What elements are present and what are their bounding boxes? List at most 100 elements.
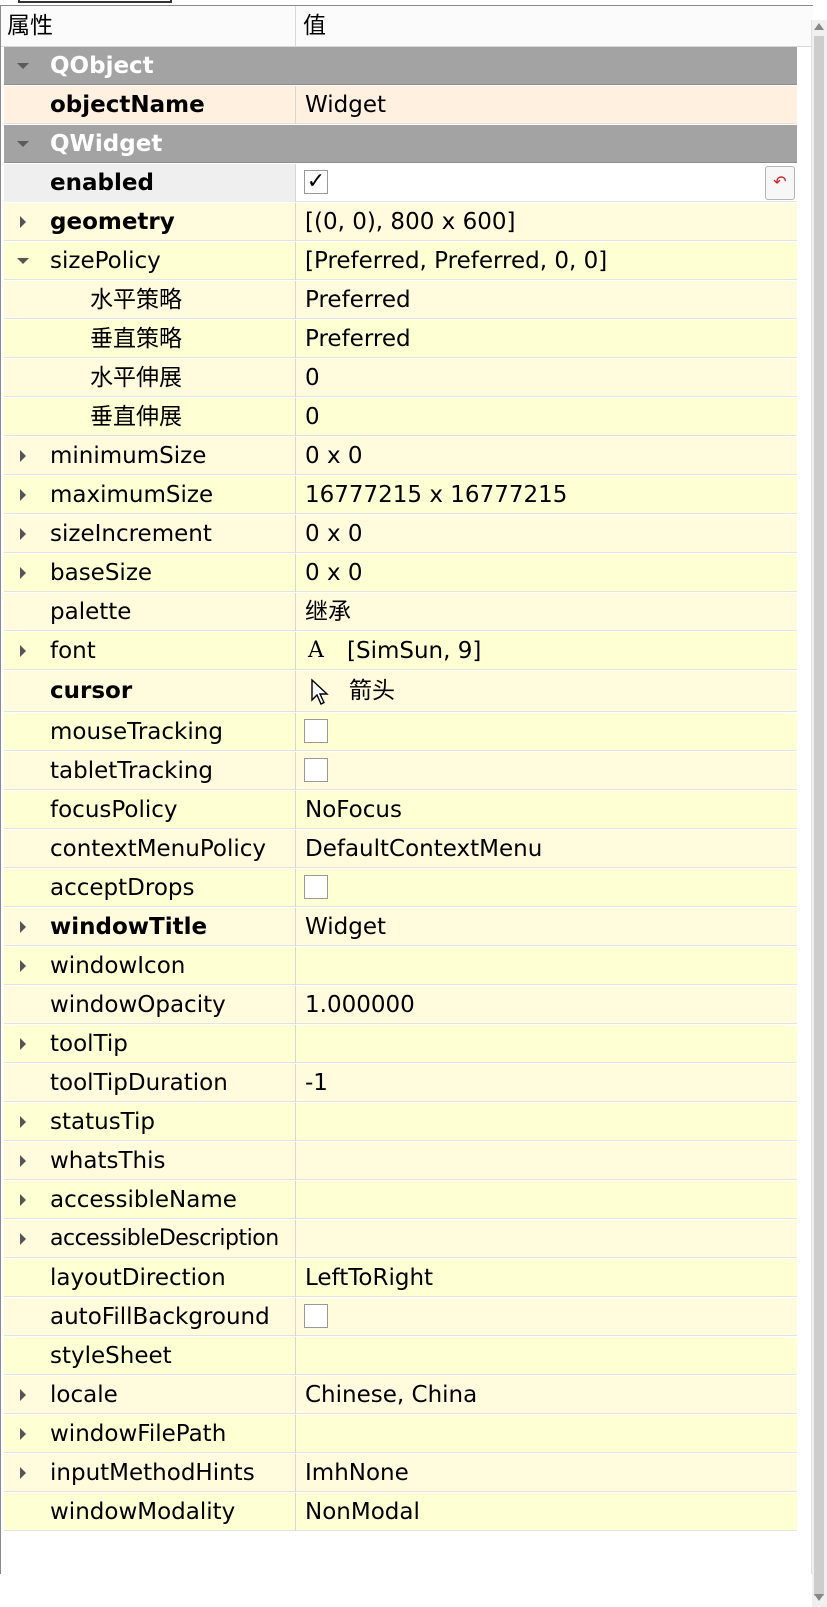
scroll-down-icon[interactable] — [814, 1594, 824, 1601]
scroll-thumb[interactable] — [814, 36, 824, 1596]
property-row-tooltipduration[interactable]: toolTipDuration -1 — [4, 1064, 797, 1102]
expand-icon[interactable] — [20, 960, 26, 972]
property-row-windowopacity[interactable]: windowOpacity 1.000000 — [4, 986, 797, 1024]
expand-icon[interactable] — [20, 1389, 26, 1401]
autofillbackground-checkbox[interactable] — [304, 1304, 328, 1328]
property-row-locale[interactable]: locale Chinese, China — [4, 1376, 797, 1414]
expand-icon[interactable] — [20, 1467, 26, 1479]
property-value[interactable]: NoFocus — [305, 791, 402, 829]
property-value[interactable]: 0 x 0 — [305, 515, 363, 553]
property-row-sizepolicy[interactable]: sizePolicy [Preferred, Preferred, 0, 0] — [4, 242, 797, 280]
font-a-icon: A — [308, 638, 324, 663]
property-row-accessibledescription[interactable]: accessibleDescription — [4, 1220, 797, 1258]
property-value[interactable]: [Preferred, Preferred, 0, 0] — [305, 242, 607, 280]
property-name: sizeIncrement — [50, 521, 212, 547]
property-value[interactable]: 0 x 0 — [305, 437, 363, 475]
property-row-hpolicy[interactable]: 水平策略 Preferred — [4, 281, 797, 319]
acceptdrops-checkbox[interactable] — [304, 875, 328, 899]
property-name: focusPolicy — [50, 797, 178, 823]
column-header: 属性 值 — [1, 6, 813, 47]
property-name: locale — [50, 1382, 118, 1408]
property-value[interactable]: Widget — [305, 86, 386, 124]
property-row-sizeincrement[interactable]: sizeIncrement 0 x 0 — [4, 515, 797, 553]
property-value[interactable]: Preferred — [305, 281, 411, 319]
property-row-hstretch[interactable]: 水平伸展 0 — [4, 359, 797, 397]
property-row-inputmethodhints[interactable]: inputMethodHints ImhNone — [4, 1454, 797, 1492]
property-row-contextmenupolicy[interactable]: contextMenuPolicy DefaultContextMenu — [4, 830, 797, 868]
tablettracking-checkbox[interactable] — [304, 758, 328, 782]
property-row-minimumsize[interactable]: minimumSize 0 x 0 — [4, 437, 797, 475]
property-row-vpolicy[interactable]: 垂直策略 Preferred — [4, 320, 797, 358]
property-row-stylesheet[interactable]: styleSheet — [4, 1337, 797, 1375]
property-row-font[interactable]: font A [SimSun, 9] — [4, 632, 797, 670]
property-row-windowmodality[interactable]: windowModality NonModal — [4, 1493, 797, 1531]
property-row-enabled[interactable]: enabled ✓ ↶ — [4, 164, 797, 202]
property-value[interactable]: [SimSun, 9] — [347, 632, 481, 670]
property-row-tablettracking[interactable]: tabletTracking — [4, 752, 797, 790]
property-value[interactable]: 0 — [305, 398, 320, 436]
mousetracking-checkbox[interactable] — [304, 719, 328, 743]
property-row-focuspolicy[interactable]: focusPolicy NoFocus — [4, 791, 797, 829]
property-row-tooltip[interactable]: toolTip — [4, 1025, 797, 1063]
expand-icon[interactable] — [20, 216, 26, 228]
property-value[interactable]: NonModal — [305, 1493, 420, 1531]
property-value[interactable]: ImhNone — [305, 1454, 409, 1492]
vertical-scrollbar[interactable] — [811, 20, 827, 1607]
property-value[interactable]: -1 — [305, 1064, 328, 1102]
property-row-autofillbackground[interactable]: autoFillBackground — [4, 1298, 797, 1336]
property-value[interactable]: 16777215 x 16777215 — [305, 476, 567, 514]
property-value[interactable]: 继承 — [305, 593, 351, 631]
expand-icon[interactable] — [20, 567, 26, 579]
expand-icon[interactable] — [20, 1233, 26, 1245]
property-row-vstretch[interactable]: 垂直伸展 0 — [4, 398, 797, 436]
property-value[interactable]: 1.000000 — [305, 986, 415, 1024]
expand-icon[interactable] — [20, 645, 26, 657]
header-property[interactable]: 属性 — [1, 6, 296, 46]
group-qobject[interactable]: QObject — [4, 47, 797, 85]
expand-icon[interactable] — [20, 1428, 26, 1440]
collapse-icon[interactable] — [17, 141, 29, 147]
collapse-icon[interactable] — [17, 63, 29, 69]
property-value[interactable]: [(0, 0), 800 x 600] — [305, 203, 515, 241]
property-row-cursor[interactable]: cursor 箭头 — [4, 671, 797, 712]
expand-icon[interactable] — [20, 489, 26, 501]
property-row-whatsthis[interactable]: whatsThis — [4, 1142, 797, 1180]
property-value[interactable]: Preferred — [305, 320, 411, 358]
expand-icon[interactable] — [20, 921, 26, 933]
property-value[interactable]: 箭头 — [349, 671, 395, 712]
property-value[interactable]: 0 — [305, 359, 320, 397]
property-name: toolTipDuration — [50, 1070, 228, 1096]
group-qwidget[interactable]: QWidget — [4, 125, 797, 163]
property-value[interactable]: Chinese, China — [305, 1376, 477, 1414]
reset-arrow-icon[interactable]: ↶ — [765, 166, 795, 200]
property-row-accessiblename[interactable]: accessibleName — [4, 1181, 797, 1219]
property-row-windowtitle[interactable]: windowTitle Widget — [4, 908, 797, 946]
header-value[interactable]: 值 — [297, 6, 813, 46]
property-row-objectname[interactable]: objectName Widget — [4, 86, 797, 124]
property-value[interactable]: LeftToRight — [305, 1259, 433, 1297]
property-value[interactable]: Widget — [305, 908, 386, 946]
expand-icon[interactable] — [20, 1038, 26, 1050]
enabled-checkbox[interactable]: ✓ — [304, 170, 328, 194]
property-row-windowfilepath[interactable]: windowFilePath — [4, 1415, 797, 1453]
property-row-acceptdrops[interactable]: acceptDrops — [4, 869, 797, 907]
expand-icon[interactable] — [20, 1194, 26, 1206]
property-value[interactable]: 0 x 0 — [305, 554, 363, 592]
property-row-mousetracking[interactable]: mouseTracking — [4, 713, 797, 751]
property-row-basesize[interactable]: baseSize 0 x 0 — [4, 554, 797, 592]
property-row-windowicon[interactable]: windowIcon — [4, 947, 797, 985]
property-row-maximumsize[interactable]: maximumSize 16777215 x 16777215 — [4, 476, 797, 514]
property-name: layoutDirection — [50, 1265, 226, 1291]
property-row-layoutdirection[interactable]: layoutDirection LeftToRight — [4, 1259, 797, 1297]
property-row-statustip[interactable]: statusTip — [4, 1103, 797, 1141]
property-name: objectName — [50, 92, 205, 118]
expand-icon[interactable] — [20, 1155, 26, 1167]
scroll-up-icon[interactable] — [814, 23, 824, 30]
expand-icon[interactable] — [20, 450, 26, 462]
expand-icon[interactable] — [20, 1116, 26, 1128]
expand-icon[interactable] — [20, 528, 26, 540]
collapse-icon[interactable] — [17, 258, 29, 264]
property-row-geometry[interactable]: geometry [(0, 0), 800 x 600] — [4, 203, 797, 241]
property-row-palette[interactable]: palette 继承 — [4, 593, 797, 631]
property-value[interactable]: DefaultContextMenu — [305, 830, 542, 868]
